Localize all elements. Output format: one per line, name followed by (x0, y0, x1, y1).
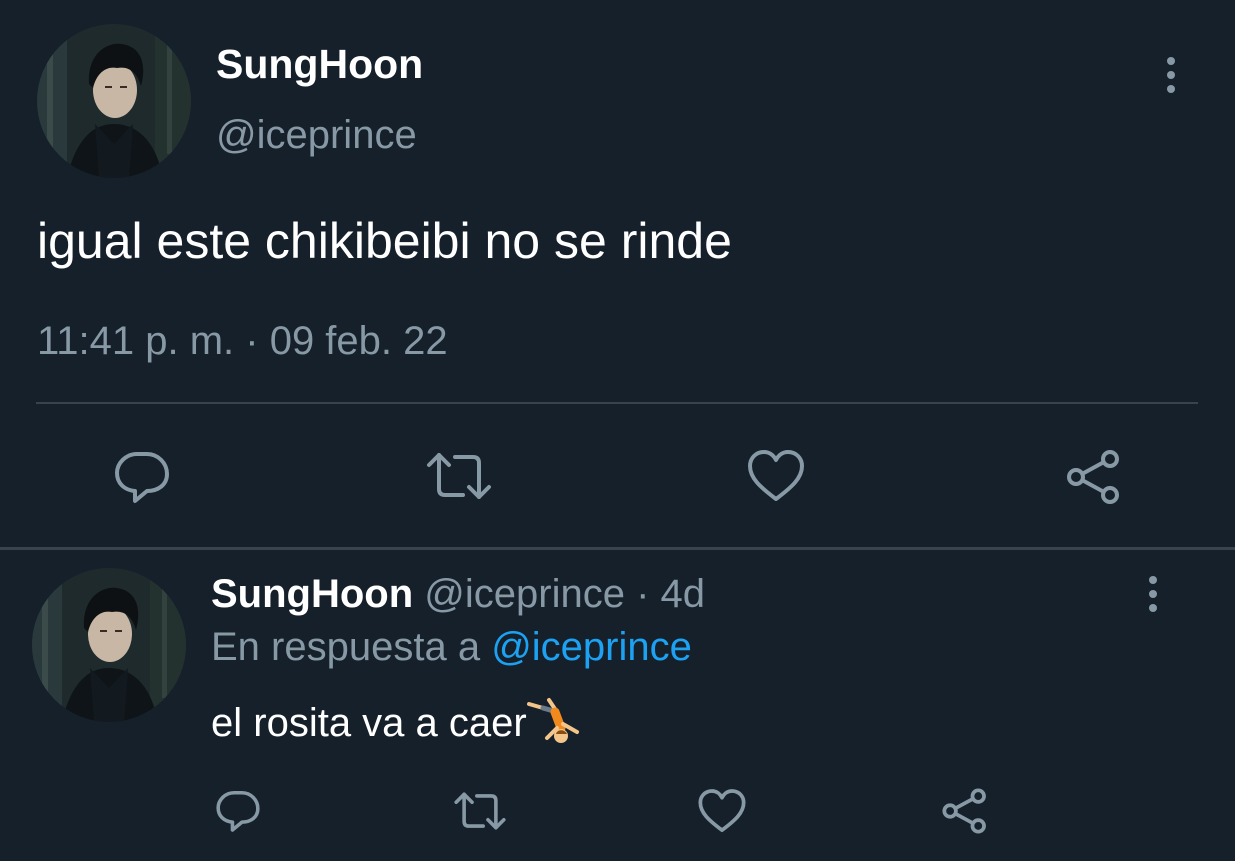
section-divider (0, 547, 1235, 550)
reply-tweet-share-icon[interactable] (941, 787, 989, 835)
share-icon[interactable] (1065, 448, 1123, 506)
reply-tweet-separator: · (624, 572, 661, 616)
main-tweet-timestamp[interactable]: 11:41 p. m. · 09 feb. 22 (37, 316, 448, 366)
main-tweet-more-icon[interactable] (1163, 57, 1179, 93)
person-doing-cartwheel-emoji (526, 694, 583, 746)
reply-context: En respuesta a @iceprince (211, 623, 692, 671)
reply-icon[interactable] (113, 448, 171, 506)
reply-tweet-display-name[interactable]: SungHoon (211, 572, 413, 616)
reply-tweet-text: el rosita va a caer (211, 694, 583, 748)
reply-tweet-reply-icon[interactable] (215, 788, 261, 834)
reply-tweet-handle[interactable]: @iceprince (424, 572, 625, 616)
main-tweet-avatar[interactable] (37, 24, 191, 178)
reply-tweet-more-icon[interactable] (1145, 576, 1161, 612)
reply-tweet-avatar[interactable] (32, 568, 186, 722)
reply-tweet-header: SungHoon @iceprince · 4d (211, 570, 705, 618)
heart-icon[interactable] (746, 449, 806, 503)
reply-tweet-text-body: el rosita va a caer (211, 701, 527, 745)
main-tweet-display-name[interactable]: SungHoon (216, 40, 423, 88)
main-tweet-divider (36, 402, 1198, 404)
reply-context-prefix: En respuesta a (211, 625, 492, 669)
reply-tweet-heart-icon[interactable] (697, 788, 747, 834)
main-tweet-text: igual este chikibeibi no se rinde (37, 213, 732, 269)
reply-tweet-age[interactable]: 4d (661, 572, 706, 616)
retweet-icon[interactable] (425, 451, 493, 501)
reply-context-handle-link[interactable]: @iceprince (491, 625, 692, 669)
main-tweet-handle[interactable]: @iceprince (216, 111, 417, 159)
reply-tweet-retweet-icon[interactable] (453, 791, 507, 831)
